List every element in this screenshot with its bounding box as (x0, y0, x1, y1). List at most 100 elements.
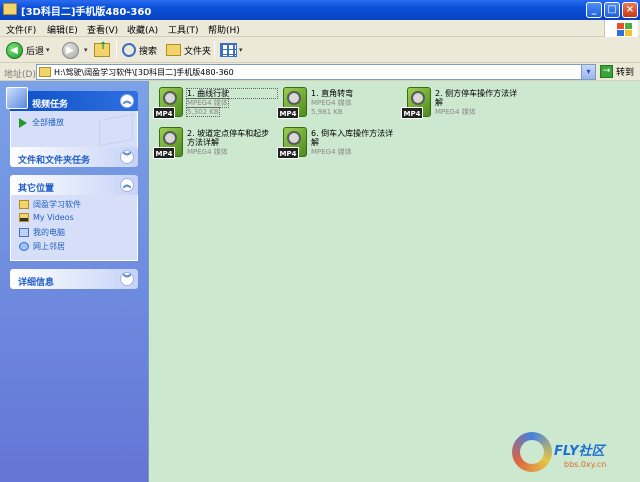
close-button[interactable]: × (622, 2, 638, 18)
play-all-label: 全部播放 (32, 118, 64, 127)
minimize-button[interactable]: _ (586, 2, 602, 18)
address-input[interactable]: H:\驾驶\阔盈学习软件\[3D科目二]手机版480-360 ▾ (36, 64, 596, 80)
views-dropdown-icon: ▾ (239, 46, 243, 54)
place-link-my-videos[interactable]: My Videos (19, 213, 74, 222)
details-header[interactable]: 详细信息 ︾ (10, 269, 138, 289)
file-item[interactable]: MP4 1. 直角转弯 MPEG4 媒体 5,981 KB (275, 85, 395, 129)
file-tasks-header[interactable]: 文件和文件夹任务 ︾ (10, 147, 138, 167)
file-item[interactable]: MP4 1. 曲线行驶 MPEG4 媒体 5,302 KB (151, 85, 278, 129)
windows-logo-icon (604, 20, 638, 37)
address-bar: 地址(D) H:\驾驶\阔盈学习软件\[3D科目二]手机版480-360 ▾ →… (0, 63, 640, 81)
place-label: 我的电脑 (33, 228, 65, 237)
details-title: 详细信息 (18, 278, 55, 288)
menu-tools[interactable]: 工具(T) (168, 23, 199, 36)
views-button[interactable]: ▾ (220, 40, 243, 60)
mp4-file-icon: MP4 (153, 127, 185, 165)
file-view[interactable]: MP4 1. 曲线行驶 MPEG4 媒体 5,302 KB MP4 1. 直角转… (148, 81, 640, 482)
back-button[interactable]: ◀ 后退 ▾ (6, 40, 50, 60)
file-name: 2. 坡道定点停车和起步方法详解 (187, 129, 270, 147)
file-item[interactable]: MP4 2. 坡道定点停车和起步方法详解 MPEG4 媒体 (151, 125, 271, 169)
menu-view[interactable]: 查看(V) (87, 23, 118, 36)
mp4-file-icon: MP4 (153, 87, 185, 125)
place-label: 阔盈学习软件 (33, 200, 81, 209)
video-watermark-icon (99, 114, 133, 146)
other-places-title: 其它位置 (18, 184, 55, 194)
toolbar-separator (116, 41, 117, 59)
file-tasks-title: 文件和文件夹任务 (18, 156, 91, 166)
folder-icon (3, 3, 17, 15)
toolbar: ◀ 后退 ▾ ▶ ▾ ↑ 搜索 文件夹 ▾ (0, 37, 640, 63)
file-name: 1. 直角转弯 (311, 89, 354, 98)
expand-chevron-icon[interactable]: ︾ (120, 272, 134, 286)
file-size: 5,302 KB (186, 107, 220, 117)
folder-icon (19, 200, 29, 209)
menu-file[interactable]: 文件(F) (6, 23, 36, 36)
folders-label: 文件夹 (184, 46, 212, 57)
maximize-button[interactable]: □ (604, 2, 620, 18)
network-icon (19, 242, 29, 251)
file-name: 2. 侧方停车操作方法详解 (435, 89, 518, 107)
forward-dropdown-icon[interactable]: ▾ (84, 46, 88, 54)
forward-arrow-icon: ▶ (62, 41, 79, 59)
watermark-url: bbs.0xy.cn (564, 460, 607, 469)
window-title: [3D科目二]手机版480-360 (21, 7, 152, 18)
menu-bar: 文件(F) 编辑(E) 查看(V) 收藏(A) 工具(T) 帮助(H) (0, 20, 640, 37)
file-tasks-panel: 文件和文件夹任务 ︾ (10, 147, 138, 167)
task-pane: 视频任务 ︽ 全部播放 文件和文件夹任务 ︾ 其它位置 ︽ 阔盈学习软件 My … (0, 81, 148, 482)
file-type: MPEG4 媒体 (187, 148, 228, 156)
title-bar: [3D科目二]手机版480-360 _ □ × (0, 0, 640, 20)
expand-chevron-icon[interactable]: ︾ (120, 150, 134, 164)
collapse-chevron-icon[interactable]: ︽ (120, 94, 134, 108)
other-places-panel: 其它位置 ︽ 阔盈学习软件 My Videos 我的电脑 网上邻居 (10, 175, 138, 261)
collapse-chevron-icon[interactable]: ︽ (120, 178, 134, 192)
place-link-kuoying[interactable]: 阔盈学习软件 (19, 199, 81, 210)
mp4-file-icon: MP4 (401, 87, 433, 125)
file-item[interactable]: MP4 6. 倒车入库操作方法详解 MPEG4 媒体 (275, 125, 395, 169)
place-link-my-computer[interactable]: 我的电脑 (19, 227, 65, 238)
search-label: 搜索 (139, 46, 158, 57)
back-dropdown-icon[interactable]: ▾ (46, 46, 50, 54)
toolbar-separator (214, 41, 215, 59)
place-link-network[interactable]: 网上邻居 (19, 241, 65, 252)
file-type: MPEG4 媒体 (311, 99, 352, 107)
mp4-file-icon: MP4 (277, 127, 309, 165)
folder-icon (39, 67, 51, 77)
other-places-body: 阔盈学习软件 My Videos 我的电脑 网上邻居 (10, 195, 138, 261)
video-folder-icon (19, 213, 29, 222)
play-all-link[interactable]: 全部播放 (19, 117, 64, 128)
video-tasks-title: 视频任务 (32, 100, 69, 110)
file-name: 1. 曲线行驶 (186, 88, 278, 99)
file-type: MPEG4 媒体 (186, 98, 229, 108)
file-type: MPEG4 媒体 (435, 108, 476, 116)
computer-icon (19, 228, 29, 237)
search-icon (122, 43, 136, 57)
watermark-logo: FLY社区 bbs.0xy.cn (512, 428, 632, 478)
place-label: My Videos (33, 213, 74, 222)
address-dropdown-icon[interactable]: ▾ (581, 65, 595, 79)
video-tasks-icon (6, 87, 28, 109)
forward-button[interactable]: ▶ ▾ (62, 40, 88, 60)
address-value: H:\驾驶\阔盈学习软件\[3D科目二]手机版480-360 (54, 68, 234, 77)
file-name: 6. 倒车入库操作方法详解 (311, 129, 394, 147)
go-button[interactable]: → 转到 (600, 65, 634, 78)
file-item[interactable]: MP4 2. 侧方停车操作方法详解 MPEG4 媒体 (399, 85, 519, 129)
menu-edit[interactable]: 编辑(E) (47, 23, 78, 36)
up-folder-button[interactable]: ↑ (94, 40, 110, 60)
search-button[interactable]: 搜索 (122, 40, 157, 60)
mp4-file-icon: MP4 (277, 87, 309, 125)
video-tasks-header[interactable]: 视频任务 ︽ (6, 87, 138, 111)
file-type: MPEG4 媒体 (311, 148, 352, 156)
go-arrow-icon: → (600, 65, 613, 78)
folders-icon (166, 44, 181, 56)
menu-favorites[interactable]: 收藏(A) (127, 23, 158, 36)
menu-help[interactable]: 帮助(H) (208, 23, 240, 36)
explorer-window: [3D科目二]手机版480-360 _ □ × 文件(F) 编辑(E) 查看(V… (0, 0, 640, 482)
file-size: 5,981 KB (311, 108, 343, 116)
folders-button[interactable]: 文件夹 (166, 40, 211, 60)
views-icon (220, 43, 237, 57)
address-label: 地址(D) (4, 70, 36, 80)
place-label: 网上邻居 (33, 242, 65, 251)
play-icon (19, 117, 27, 128)
other-places-header[interactable]: 其它位置 ︽ (10, 175, 138, 195)
back-arrow-icon: ◀ (6, 41, 23, 59)
